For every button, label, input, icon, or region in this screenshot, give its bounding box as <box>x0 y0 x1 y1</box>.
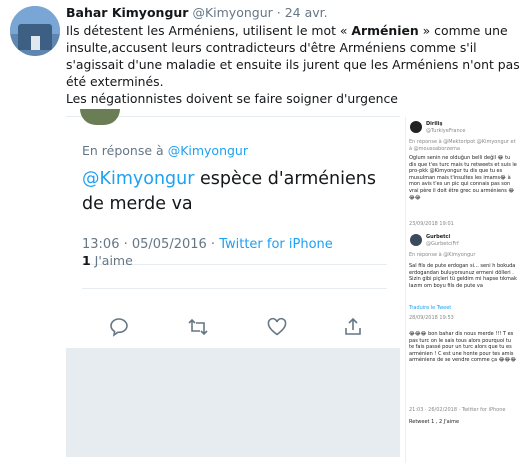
user1-text: Oglum senin ne olduğun belli değil 😂 tu … <box>409 155 517 201</box>
separator: · <box>276 5 281 20</box>
user1-header: Diriliş @TurkiyeFrance <box>426 121 518 134</box>
reply-mention: @Kimyongur <box>167 143 248 158</box>
body-mention: @Kimyongur <box>82 169 195 189</box>
user3-meta: 21:03 · 26/02/2018 · Twitter for iPhone <box>409 407 506 413</box>
retweet-icon <box>187 317 209 337</box>
embedded-tweet-body: @Kimyongur espèce d'arméniens de merde v… <box>82 167 392 217</box>
user1-reply-context: En réponse à @Mektoripot @Kimyongur et à… <box>409 139 516 152</box>
tweet-text-part1: Ils détestent les Arméniens, utilisent l… <box>66 23 352 38</box>
likes-number: 1 <box>82 253 91 268</box>
embedded-time: 13:06 · 05/05/2016 · <box>82 237 220 252</box>
user1-handle: @TurkiyeFrance <box>426 127 466 134</box>
divider <box>82 288 387 289</box>
user2-handle: @GurbetciFrf <box>426 240 459 247</box>
like-icon <box>266 317 288 337</box>
embedded-tweet-meta: 13:06 · 05/05/2016 · Twitter for iPhone <box>82 237 333 252</box>
reply-prefix: En réponse à <box>82 143 164 158</box>
embedded-image-padding <box>66 348 400 457</box>
embedded-avatar-fragment <box>80 109 120 125</box>
user3-text: 😂😂😂 bon bahar dis nous merde !!! T es pa… <box>409 331 517 364</box>
user1-name: Diriliş <box>426 121 443 127</box>
tweet-date[interactable]: 24 avr. <box>285 5 328 20</box>
avatar <box>410 121 422 133</box>
likes-label: J'aime <box>90 253 133 268</box>
tweet-header: Bahar Kimyongur @Kimyongur · 24 avr. <box>66 5 328 20</box>
tweet-text: Ils détestent les Arméniens, utilisent l… <box>66 22 524 107</box>
tweet-text-line2: Les négationnistes doivent se faire soig… <box>66 91 398 106</box>
share-icon <box>342 317 364 337</box>
reply-icon <box>108 317 130 337</box>
reply-context: En réponse à @Kimyongur <box>82 143 248 158</box>
likes-count: 1 J'aime <box>82 254 133 268</box>
embedded-screenshot-image[interactable]: Diriliş @TurkiyeFrance En réponse à @Mek… <box>405 117 520 463</box>
embedded-source: Twitter for iPhone <box>219 237 333 252</box>
display-name[interactable]: Bahar Kimyongur <box>66 5 188 20</box>
avatar[interactable] <box>10 6 60 56</box>
embedded-tweet-image[interactable]: En réponse à @Kimyongur @Kimyongur espèc… <box>66 109 400 457</box>
avatar <box>410 234 422 246</box>
user2-header: Gurbetci @GurbetciFrf <box>426 234 518 247</box>
user-handle[interactable]: @Kimyongur <box>192 5 272 20</box>
tweet-text-bold: Arménien <box>351 23 419 38</box>
user2-text: Sal fils de pute erdogan si... seni h bo… <box>409 263 517 289</box>
user2-name: Gurbetci <box>426 234 451 240</box>
user2-translate-link: Traduire le Tweet <box>409 305 452 311</box>
user3-stats: Retweet 1 , 2 J'aime <box>409 419 460 425</box>
embedded-actions <box>66 317 400 337</box>
user2-date: 28/09/2018 19:53 <box>409 315 454 321</box>
user2-reply-context: En réponse à @Kimyongur <box>409 252 476 258</box>
user1-date: 23/09/2018 19:01 <box>409 221 454 227</box>
